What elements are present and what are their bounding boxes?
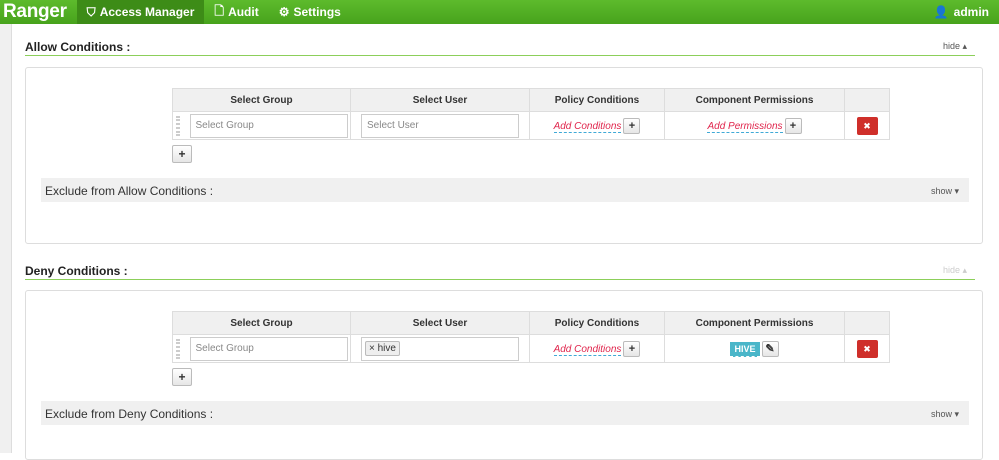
brand-logo[interactable]: Ranger <box>0 1 77 23</box>
tag-label: hive <box>377 343 396 354</box>
col-header-empty <box>844 311 890 335</box>
exclude-allow-bar[interactable]: Exclude from Allow Conditions : show ▾ <box>41 178 969 202</box>
nav-access-manager[interactable]: ⛉ Access Manager <box>76 0 205 24</box>
col-header: Select Group <box>172 311 351 335</box>
col-header: Policy Conditions <box>529 311 665 335</box>
show-toggle[interactable]: show ▾ <box>931 186 959 197</box>
col-header: Component Permissions <box>664 88 845 112</box>
select-user-input[interactable]: Select User <box>361 113 519 138</box>
section-title: Allow Conditions : <box>25 40 131 54</box>
allow-conditions-box: Select Group Select User Policy Conditions… <box>25 67 983 244</box>
delete-row-button[interactable]: ✖ <box>856 339 878 358</box>
add-row-button[interactable]: + <box>172 368 192 386</box>
add-row-button[interactable]: + <box>172 145 192 163</box>
col-header: Policy Conditions <box>529 88 665 112</box>
show-toggle[interactable]: show ▾ <box>931 409 959 420</box>
user-menu[interactable]: 👤 admin <box>934 0 989 24</box>
exclude-deny-bar[interactable]: Exclude from Deny Conditions : show ▾ <box>41 401 969 425</box>
select-group-input[interactable]: Select Group <box>189 113 348 138</box>
hide-toggle[interactable]: hide ▴ <box>943 265 967 276</box>
add-conditions-button[interactable]: + <box>623 117 641 134</box>
drag-handle[interactable] <box>176 116 180 136</box>
edit-pencil-icon[interactable]: ✎ <box>761 340 779 357</box>
shield-icon: ⛉ <box>86 4 96 19</box>
select-user-input[interactable]: × hive <box>361 336 519 361</box>
gear-icon: ⚙ <box>278 5 290 19</box>
remove-tag-icon[interactable]: × <box>369 343 378 354</box>
add-conditions-link[interactable]: Add Conditions <box>553 120 622 133</box>
col-header-empty <box>844 88 890 112</box>
select-group-input[interactable]: Select Group <box>189 336 348 361</box>
drag-handle[interactable] <box>176 339 180 359</box>
col-header: Select User <box>350 311 530 335</box>
col-header: Component Permissions <box>664 311 845 335</box>
add-conditions-button[interactable]: + <box>623 340 641 357</box>
add-permissions-button[interactable]: + <box>784 117 802 134</box>
deny-table: Select Group Select User Policy Conditions… <box>172 311 890 363</box>
col-header: Select Group <box>172 88 351 112</box>
col-header: Select User <box>350 88 530 112</box>
nav-audit[interactable]: 🗋 Audit <box>204 0 268 24</box>
allow-table: Select Group Select User Policy Conditions… <box>172 88 890 140</box>
user-icon: 👤 <box>933 5 949 19</box>
nav-label: Access Manager <box>99 5 195 19</box>
left-strip <box>0 24 12 453</box>
hide-toggle[interactable]: hide ▴ <box>943 41 967 52</box>
table-row: Select Group Select User Add Conditions +… <box>172 111 890 140</box>
file-icon: 🗋 <box>214 3 225 18</box>
user-tag: × hive <box>365 341 400 356</box>
exclude-title: Exclude from Allow Conditions : <box>45 184 214 198</box>
section-title: Deny Conditions : <box>25 264 128 278</box>
add-permissions-link[interactable]: Add Permissions <box>707 120 783 133</box>
delete-row-button[interactable]: ✖ <box>856 116 878 135</box>
exclude-title: Exclude from Deny Conditions : <box>45 407 214 421</box>
deny-conditions-header: Deny Conditions : hide ▴ <box>25 264 975 280</box>
permission-badge[interactable]: HIVE <box>730 341 760 357</box>
top-navbar: Ranger ⛉ Access Manager 🗋 Audit ⚙ Settings … <box>0 0 999 24</box>
nav-label: Audit <box>228 5 259 19</box>
table-row: Select Group × hive Add Conditions + HIVE… <box>172 334 890 363</box>
allow-conditions-header: Allow Conditions : hide ▴ <box>25 40 975 56</box>
nav-label: Settings <box>293 5 341 19</box>
username: admin <box>953 5 989 19</box>
deny-conditions-box: Select Group Select User Policy Conditions… <box>25 290 983 460</box>
nav-settings[interactable]: ⚙ Settings <box>269 0 351 24</box>
add-conditions-link[interactable]: Add Conditions <box>553 343 622 356</box>
